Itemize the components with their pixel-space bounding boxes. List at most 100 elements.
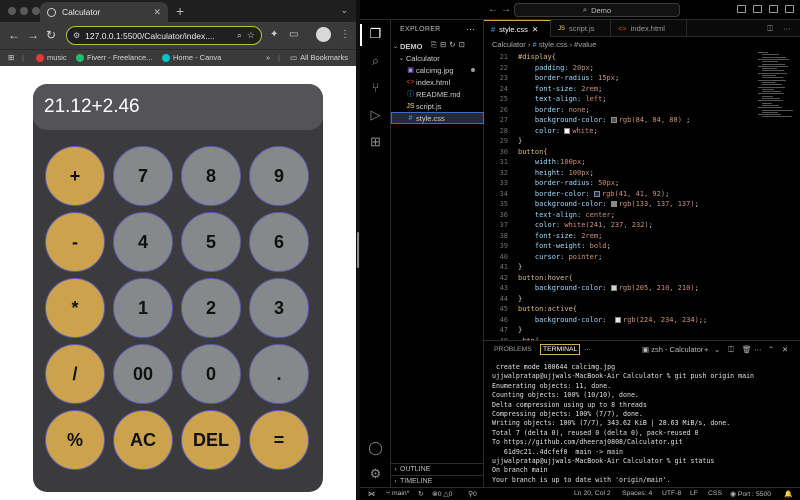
side-panel-icon[interactable]: ▭ (289, 29, 298, 41)
apps-grid-icon[interactable]: ⊞ (8, 53, 14, 62)
new-folder-icon[interactable]: ⊟ (440, 40, 446, 50)
indentation[interactable]: Spaces: 4 (622, 490, 652, 497)
forward-arrow-icon[interactable]: → (27, 28, 39, 42)
code-line[interactable]: 46 background-color: rgb(224, 234, 234);… (484, 315, 800, 326)
minimize-window-dot[interactable] (20, 7, 28, 15)
file-style-css[interactable]: # style.css (391, 112, 484, 124)
color-swatch[interactable] (610, 201, 617, 207)
problems-indicator[interactable]: ⊗0 △0 (432, 490, 452, 498)
account-icon[interactable]: ◯ (368, 440, 383, 455)
toggle-sidebar-icon[interactable] (737, 5, 746, 13)
reload-icon[interactable]: ↻ (46, 28, 56, 42)
calc-key[interactable]: - (45, 212, 105, 272)
tab-search-chevron-icon[interactable]: ⌄ (340, 5, 348, 16)
cursor-position[interactable]: Ln 20, Col 2 (574, 490, 611, 497)
code-line[interactable]: 37 color: white(241, 237, 232); (484, 220, 800, 231)
breadcrumb-file[interactable]: style.css (539, 40, 568, 49)
calc-key[interactable]: = (249, 410, 309, 470)
color-swatch[interactable] (564, 127, 571, 134)
resize-handle[interactable] (357, 232, 359, 268)
trash-icon[interactable]: 🗑 (742, 345, 752, 354)
bookmark-fiverr[interactable]: Fiverr - Freelance... (76, 53, 152, 62)
timeline-section[interactable]: › TIMELINE (391, 475, 484, 487)
command-center-search[interactable]: ⌕ Demo (514, 3, 680, 17)
more-bookmarks-chevron-icon[interactable]: » (266, 53, 270, 62)
tab-index-html[interactable]: <> index.html (611, 20, 687, 37)
code-line[interactable]: 21 #display{ (484, 52, 800, 63)
breadcrumb-symbol[interactable]: #value (574, 40, 596, 49)
close-icon[interactable]: ✕ (532, 25, 538, 34)
all-bookmarks[interactable]: ▭ All Bookmarks (290, 53, 348, 62)
calc-key[interactable]: / (45, 344, 105, 404)
sync-icon[interactable]: ↻ (418, 490, 424, 498)
file-readme[interactable]: ⓘ README.md (391, 88, 484, 100)
calc-key[interactable]: 7 (113, 146, 173, 206)
code-line[interactable]: 22 padding: 20px; (484, 63, 800, 74)
code-line[interactable]: 40 cursor: pointer; (484, 252, 800, 263)
site-info-icon[interactable]: ⚙ (73, 31, 80, 40)
calc-key[interactable]: 9 (249, 146, 309, 206)
explorer-files-icon[interactable]: ❐ (368, 26, 383, 41)
close-window-dot[interactable] (8, 7, 16, 15)
maximize-panel-icon[interactable]: ⌃ (768, 345, 774, 354)
more-actions-icon[interactable]: ⋯ (754, 345, 762, 354)
calc-key[interactable]: 4 (113, 212, 173, 272)
tab-problems[interactable]: PROBLEMS (494, 346, 532, 353)
calc-key[interactable]: + (45, 146, 105, 206)
notifications-bell-icon[interactable]: 🔔 (784, 490, 792, 498)
code-line[interactable]: 24 font-size: 2rem; (484, 84, 800, 95)
new-terminal-icon[interactable]: + (704, 345, 708, 354)
bookmark-canva[interactable]: Home - Canva (162, 53, 221, 62)
code-line[interactable]: 41} (484, 262, 800, 273)
code-line[interactable]: 31 width:100px; (484, 157, 800, 168)
new-file-icon[interactable]: ⎘ (431, 40, 437, 50)
code-line[interactable]: 47} (484, 325, 800, 336)
settings-gear-icon[interactable]: ⚙ (368, 466, 383, 481)
collapse-all-icon[interactable]: ⊡ (459, 40, 465, 50)
forward-arrow-icon[interactable]: → (501, 4, 511, 15)
browser-tab-calculator[interactable]: Calculator ✕ (40, 2, 168, 22)
bookmark-music[interactable]: music (36, 53, 67, 62)
calc-key[interactable]: 5 (181, 212, 241, 272)
color-swatch[interactable] (614, 316, 621, 323)
split-terminal-icon[interactable]: ⎅ (728, 345, 734, 355)
terminal-instance[interactable]: ▣ zsh - Calculator (642, 345, 703, 354)
calc-key[interactable]: * (45, 278, 105, 338)
calc-key[interactable]: 2 (181, 278, 241, 338)
language-mode[interactable]: CSS (708, 490, 722, 497)
code-line[interactable]: 45 button:active{ (484, 304, 800, 315)
code-line[interactable]: 27 background-color: rgb(84, 84, 88) ; (484, 115, 800, 126)
refresh-icon[interactable]: ↻ (449, 40, 455, 50)
remote-icon[interactable]: ⋈ (368, 490, 375, 498)
calc-key[interactable]: AC (113, 410, 173, 470)
calc-key[interactable]: 1 (113, 278, 173, 338)
code-line[interactable]: 42 button:hover{ (484, 273, 800, 284)
code-line[interactable]: 25 text-align: left; (484, 94, 800, 105)
zoom-icon[interactable]: ⌕ (237, 30, 242, 41)
calc-key[interactable]: % (45, 410, 105, 470)
code-line[interactable]: 36 text-align: center; (484, 210, 800, 221)
live-server-status[interactable]: ◉ Port : 5500 (730, 490, 771, 498)
toggle-secondary-sidebar-icon[interactable] (769, 5, 778, 13)
new-tab-icon[interactable]: + (176, 3, 184, 19)
code-line[interactable]: 23 border-radius: 15px; (484, 73, 800, 84)
file-script-js[interactable]: JS script.js (391, 100, 484, 112)
code-line[interactable]: 28 color: white; (484, 126, 800, 137)
file-calcimg[interactable]: ▣ calcimg.jpg (391, 64, 484, 76)
browser-menu-icon[interactable]: ⋮ (340, 29, 350, 41)
more-actions-icon[interactable]: ⋯ (776, 20, 798, 37)
address-bar[interactable]: ⚙ 127.0.0.1:5500/Calculator/index.... ⌕ … (66, 26, 262, 45)
customize-layout-icon[interactable] (785, 5, 794, 13)
ports-indicator[interactable]: ⚲0 (468, 490, 477, 498)
tab-script-js[interactable]: JS script.js (551, 20, 611, 37)
branch-indicator[interactable]: ⑂ main* (386, 490, 409, 497)
folder-calculator[interactable]: ⌄ Calculator (391, 52, 484, 64)
zoom-window-dot[interactable] (32, 7, 40, 15)
code-line[interactable]: 26 border: none; (484, 105, 800, 116)
calc-key[interactable]: 3 (249, 278, 309, 338)
back-arrow-icon[interactable]: ← (488, 4, 498, 15)
chevron-down-icon[interactable]: ⌄ (714, 345, 720, 354)
code-line[interactable]: 43 background-color: rgb(205, 210, 210); (484, 283, 800, 294)
calc-key[interactable]: DEL (181, 410, 241, 470)
code-line[interactable]: 29} (484, 136, 800, 147)
